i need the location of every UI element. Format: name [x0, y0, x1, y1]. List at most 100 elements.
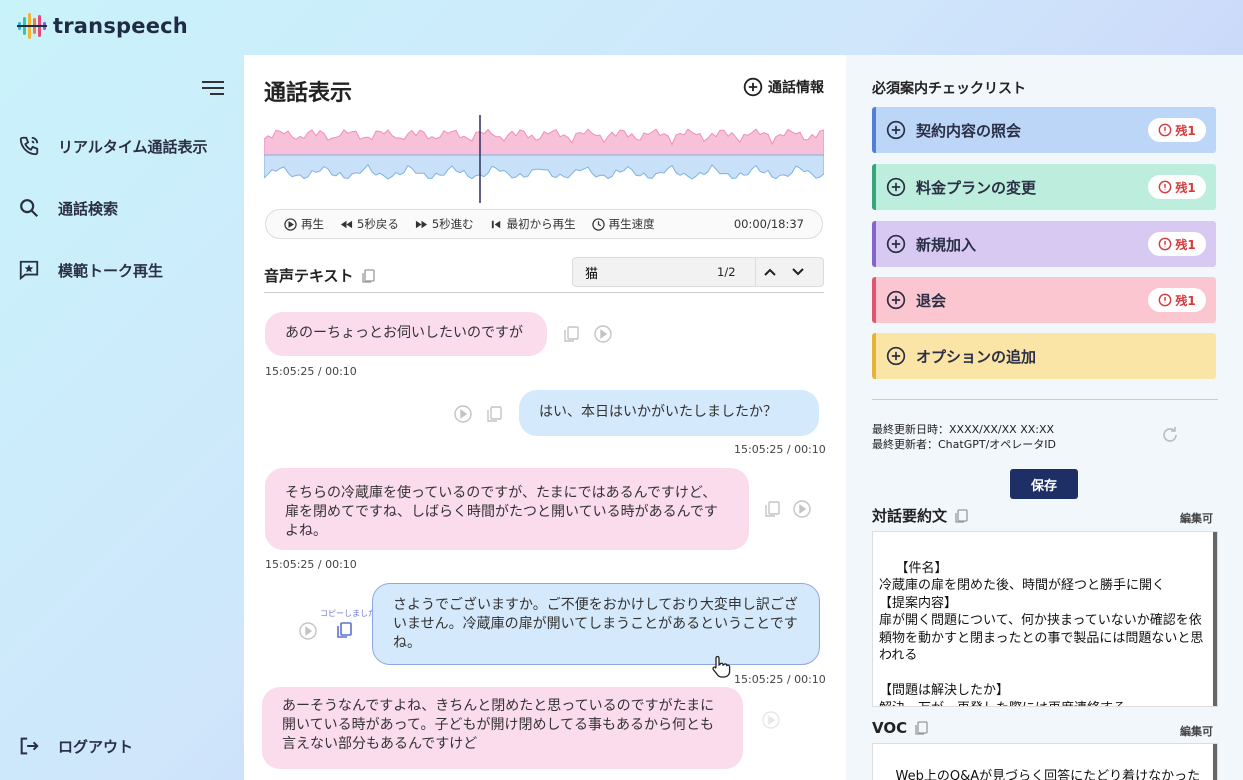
play-circle-icon[interactable]: [299, 622, 317, 640]
play-button[interactable]: 再生: [284, 216, 324, 232]
copied-tooltip: コピーしました: [320, 609, 376, 618]
checklist-item-add-option[interactable]: オプションの追加: [872, 333, 1216, 379]
message-timestamp: 15:05:25 / 00:10: [265, 558, 357, 571]
voc-textarea[interactable]: Web上のQ&Aが見づらく回答にたどり着けなかった: [872, 743, 1218, 780]
rewind-label: 5秒戻る: [357, 217, 399, 231]
copy-icon[interactable]: [360, 268, 376, 284]
hand-cursor-icon: [712, 655, 731, 678]
star-icon: [19, 260, 39, 281]
copy-icon[interactable]: [913, 720, 929, 736]
message-bubble-operator[interactable]: はい、本日はいかがいたしましたか？: [519, 390, 819, 436]
voc-editable-label: 編集可: [1180, 725, 1213, 738]
copy-icon[interactable]: [335, 621, 353, 639]
divider: [872, 399, 1218, 400]
copy-icon[interactable]: [485, 405, 503, 423]
checklist-item-label: オプションの追加: [916, 347, 1037, 366]
alert-circle-icon: [1158, 293, 1172, 307]
message-bubble-customer[interactable]: そちらの冷蔵庫を使っているのですが、たまにではあるんですけど、扉を閉めてですね、…: [265, 468, 749, 550]
search-prev-button[interactable]: [756, 257, 784, 287]
sidebar-item-realtime[interactable]: リアルタイム通話表示: [18, 135, 208, 157]
play-circle-icon[interactable]: [762, 711, 780, 729]
checklist-panel: 必須案内チェックリスト 契約内容の照会 残1 料金プランの変更 残1 新規加入 …: [846, 55, 1243, 780]
play-circle-icon[interactable]: [793, 500, 811, 518]
rewind-icon: [340, 220, 353, 228]
scrollbar[interactable]: [1213, 744, 1217, 780]
summary-text: 【件名】 冷蔵庫の扉を閉めた後、時間が経つと勝手に開く 【提案内容】 扉が開く問…: [879, 560, 1204, 707]
logout-button[interactable]: ログアウト: [18, 735, 133, 757]
call-info-label: 通話情報: [768, 80, 824, 96]
message-bubble-operator[interactable]: さようでございますか。ご不便をおかけしており大変申し訳ございません。冷蔵庫の扉が…: [372, 583, 820, 665]
play-circle-icon[interactable]: [454, 405, 472, 423]
update-info: 最終更新日時：XXXX/XX/XX XX:XX 最終更新者：ChatGPT/オペ…: [872, 422, 1056, 452]
message-bubble-customer[interactable]: あのーちょっとお伺いしたいのですが: [265, 312, 547, 356]
message-timestamp: 15:05:25 / 00:10: [265, 365, 357, 378]
speech-text-title: 音声テキスト: [264, 265, 376, 286]
copy-icon[interactable]: [763, 500, 781, 518]
search-result-count: 1/2: [717, 265, 736, 279]
transcript-search-input[interactable]: [573, 264, 713, 280]
summary-title: 対話要約文: [872, 507, 948, 525]
top-bar: transpeech: [0, 0, 1243, 55]
copy-icon[interactable]: [562, 325, 580, 343]
plus-circle-icon: [886, 177, 906, 197]
checklist-item-label: 新規加入: [916, 235, 977, 254]
playback-speed-button[interactable]: 再生速度: [591, 216, 655, 232]
hamburger-menu-icon[interactable]: [202, 79, 224, 97]
sidebar-item-label: リアルタイム通話表示: [58, 137, 208, 156]
voc-header: VOC: [872, 719, 929, 737]
checklist-item-plan-change[interactable]: 料金プランの変更 残1: [872, 164, 1216, 210]
logout-label: ログアウト: [58, 737, 134, 756]
plus-circle-icon: [886, 346, 906, 366]
forward-5s-button[interactable]: 5秒進む: [415, 216, 474, 232]
search-next-button[interactable]: [784, 257, 812, 287]
checklist-item-contract-inquiry[interactable]: 契約内容の照会 残1: [872, 107, 1216, 153]
play-from-start-button[interactable]: 最初から再生: [490, 216, 576, 232]
call-info-button[interactable]: 通話情報: [743, 77, 824, 97]
alert-circle-icon: [1158, 237, 1172, 251]
checklist-title: 必須案内チェックリスト: [872, 81, 1026, 97]
search-icon: [20, 199, 39, 218]
speech-text-label: 音声テキスト: [264, 267, 354, 285]
fast-forward-icon: [415, 220, 427, 228]
audio-player-controls: 再生 5秒戻る 5秒進む 最初から再生 再生速度 00:00/18:37: [265, 209, 823, 239]
checklist-item-cancellation[interactable]: 退会 残1: [872, 277, 1216, 323]
audio-waveform[interactable]: [264, 115, 824, 207]
summary-header: 対話要約文: [872, 505, 969, 526]
plus-circle-icon: [743, 77, 763, 97]
checklist-item-new-subscription[interactable]: 新規加入 残1: [872, 221, 1216, 267]
summary-editable-label: 編集可: [1180, 512, 1213, 525]
remaining-count: 残1: [1175, 123, 1196, 138]
play-circle-icon[interactable]: [594, 325, 612, 343]
remaining-badge: 残1: [1148, 175, 1206, 199]
checklist-item-label: 契約内容の照会: [916, 121, 1022, 140]
save-button[interactable]: 保存: [1010, 469, 1078, 499]
remaining-count: 残1: [1175, 180, 1196, 195]
checklist-item-label: 退会: [916, 291, 947, 310]
scrollbar[interactable]: [1213, 532, 1217, 706]
rewind-5s-button[interactable]: 5秒戻る: [340, 216, 399, 232]
transcript-search: 1/2: [572, 257, 824, 287]
message-bubble-customer[interactable]: あーそうなんですよね、きちんと閉めたと思っているのですがたまに開いている時があっ…: [262, 687, 743, 769]
refresh-icon[interactable]: [1160, 425, 1180, 445]
playback-time: 00:00/18:37: [733, 217, 804, 231]
remaining-badge: 残1: [1148, 232, 1206, 256]
page-title: 通話表示: [264, 81, 353, 106]
voc-title: VOC: [872, 719, 908, 737]
message-text: そちらの冷蔵庫を使っているのですが、たまにではあるんですけど、扉を閉めてですね、…: [285, 485, 718, 539]
app-logo[interactable]: transpeech: [17, 12, 188, 40]
checklist-item-label: 料金プランの変更: [916, 178, 1037, 197]
message-text: さようでございますか。ご不便をおかけしており大変申し訳ございません。冷蔵庫の扉が…: [393, 597, 798, 651]
remaining-count: 残1: [1175, 237, 1196, 252]
logout-icon: [20, 737, 39, 755]
message-timestamp: 15:05:25 / 00:10: [734, 443, 826, 456]
copy-icon[interactable]: [953, 508, 969, 524]
sidebar-item-model-talk[interactable]: 模範トーク再生: [18, 259, 163, 281]
forward-label: 5秒進む: [431, 217, 474, 231]
sidebar-item-call-search[interactable]: 通話検索: [18, 197, 118, 219]
alert-circle-icon: [1158, 123, 1172, 137]
summary-textarea[interactable]: 【件名】 冷蔵庫の扉を閉めた後、時間が経つと勝手に開く 【提案内容】 扉が開く問…: [872, 531, 1218, 707]
plus-circle-icon: [886, 290, 906, 310]
sidebar-item-label: 模範トーク再生: [58, 261, 164, 280]
remaining-badge: 残1: [1148, 288, 1206, 312]
chevron-up-icon: [764, 268, 776, 276]
